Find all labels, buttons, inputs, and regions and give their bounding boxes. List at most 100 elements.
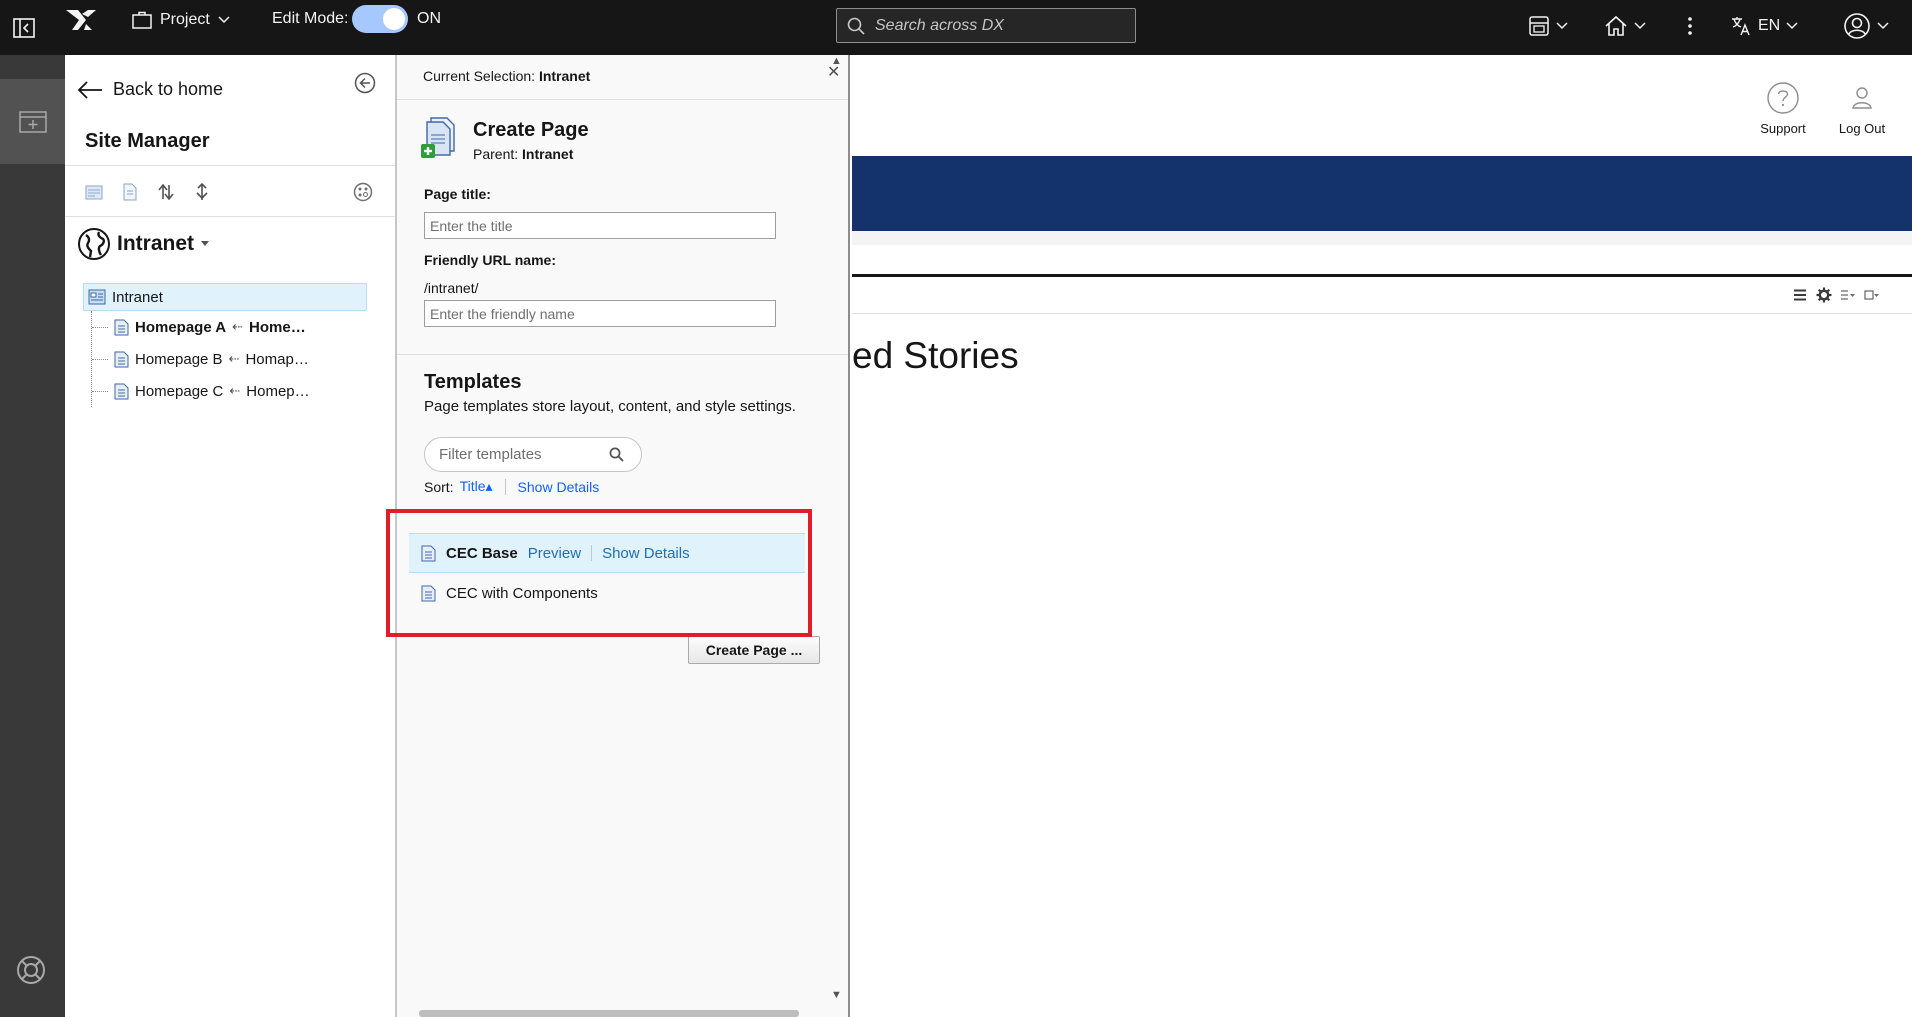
sort-value: Title — [459, 478, 486, 494]
separator — [504, 478, 506, 495]
page-title-label: Page title: — [424, 186, 491, 202]
add-page-icon — [18, 110, 47, 133]
list-menu-icon[interactable] — [1792, 287, 1808, 303]
section-divider — [852, 274, 1912, 277]
separator — [591, 545, 593, 561]
tree-node-label: Intranet — [112, 288, 163, 306]
chevron-down-icon — [1634, 22, 1646, 30]
tree-node-root[interactable]: Intranet — [83, 283, 367, 311]
current-selection-value: Intranet — [538, 68, 591, 84]
project-menu-button[interactable]: Project — [132, 0, 230, 40]
dx-logo[interactable] — [64, 0, 98, 40]
user-menu-button[interactable] — [1843, 12, 1889, 40]
tree-node-title: Homepage C — [135, 382, 224, 400]
create-page-icon — [421, 117, 457, 159]
support-button[interactable]: Support — [1738, 81, 1828, 136]
banner-separator — [852, 231, 1912, 245]
layout-options-icon[interactable] — [1840, 287, 1856, 303]
filter-templates-input[interactable] — [439, 446, 609, 463]
gear-icon[interactable] — [1816, 287, 1832, 303]
horizontal-scrollbar[interactable] — [419, 1010, 799, 1017]
templates-title: Templates — [424, 371, 522, 393]
copy-page-tool-icon[interactable] — [121, 183, 139, 201]
collapse-circle-arrow-icon — [353, 71, 377, 95]
template-icon — [421, 545, 436, 562]
move-page-tool-icon[interactable] — [157, 183, 175, 201]
chevron-down-icon — [1877, 22, 1889, 30]
sort-by-title-link[interactable]: Title▴ — [460, 478, 493, 495]
site-name: Intranet — [117, 232, 195, 255]
page-icon — [114, 319, 129, 336]
user-icon — [1845, 81, 1879, 115]
template-row-cec-with-components[interactable]: CEC with Components — [409, 573, 805, 613]
template-row-cec-base[interactable]: CEC Base Preview Show Details — [409, 533, 805, 573]
site-manager-title: Site Manager — [85, 130, 210, 152]
sidebar-toggle-button[interactable] — [0, 0, 48, 55]
back-to-home-link[interactable]: Back to home — [77, 79, 223, 100]
language-label: EN — [1758, 17, 1781, 34]
content-switcher-button[interactable] — [1528, 12, 1568, 40]
project-label: Project — [160, 11, 210, 28]
sort-bar: Sort: Title▴ Show Details — [424, 478, 599, 495]
top-navigation-bar: Project Edit Mode: ON Search across DX E… — [0, 0, 1912, 55]
alias-arrow-icon: ⇠ — [232, 319, 244, 334]
tree-node-homepage-b[interactable]: Homepage B ⇠ Homap… — [92, 343, 383, 375]
template-name: CEC with Components — [446, 584, 598, 602]
tree-node-homepage-c[interactable]: Homepage C ⇠ Homep… — [92, 375, 383, 407]
parent-value: Intranet — [522, 146, 574, 162]
tree-node-alias: Homep… — [246, 382, 310, 400]
overflow-menu-button[interactable] — [1680, 12, 1700, 40]
new-page-tool-icon[interactable] — [85, 183, 103, 201]
add-page-rail-button[interactable] — [0, 79, 65, 164]
divider — [397, 354, 848, 355]
home-menu-button[interactable] — [1604, 12, 1646, 40]
show-details-link[interactable]: Show Details — [518, 479, 600, 495]
tree-children: Homepage A ⇠ Home… Homepage B ⇠ Homap… H… — [91, 311, 383, 407]
collapse-panel-button[interactable] — [353, 71, 377, 95]
edit-mode-toggle[interactable] — [352, 5, 408, 33]
chevron-down-icon — [1556, 22, 1568, 30]
site-selector[interactable]: Intranet — [77, 227, 210, 261]
tree-node-title: Homepage B — [135, 350, 223, 368]
create-page-button[interactable]: Create Page ... — [688, 636, 820, 664]
template-icon — [421, 585, 436, 602]
translate-icon — [1730, 15, 1752, 37]
reorder-page-tool-icon[interactable] — [193, 183, 211, 201]
global-search[interactable] — [836, 8, 1136, 43]
section-subdivider — [852, 313, 1912, 314]
log-out-button[interactable]: Log Out — [1820, 81, 1904, 136]
friendly-url-input[interactable] — [424, 300, 776, 327]
scroll-down-arrow-icon[interactable]: ▼ — [831, 989, 842, 1001]
tree-node-homepage-a[interactable]: Homepage A ⇠ Home… — [92, 311, 383, 343]
site-settings-button[interactable] — [353, 182, 373, 202]
log-out-label: Log Out — [1838, 121, 1886, 136]
overflow-menu-icon — [1687, 16, 1693, 36]
site-manager-toolbar — [85, 183, 211, 201]
tree-node-alias: Home… — [249, 318, 306, 336]
divider — [65, 165, 395, 166]
parent-label: Parent: — [473, 146, 519, 162]
page-tree: Intranet Homepage A ⇠ Home… Homepage B ⇠… — [83, 283, 383, 407]
tree-node-alias: Homap… — [245, 350, 309, 368]
search-input[interactable] — [875, 16, 1115, 35]
arrow-left-icon — [77, 80, 103, 99]
help-rail-button[interactable] — [16, 955, 46, 985]
content-switcher-icon — [1528, 15, 1550, 37]
friendly-url-prefix: /intranet/ — [424, 280, 479, 296]
help-lifesaver-icon — [16, 955, 46, 985]
search-icon[interactable] — [609, 447, 624, 462]
language-menu-button[interactable]: EN — [1730, 12, 1798, 40]
user-avatar-icon — [1843, 12, 1871, 40]
current-selection: Current Selection: Intranet — [423, 68, 590, 84]
template-show-details-link[interactable]: Show Details — [602, 545, 690, 562]
close-icon[interactable]: ✕ — [827, 65, 843, 81]
portlet-window-icon[interactable] — [1864, 287, 1880, 303]
tree-node-title: Homepage A — [135, 318, 227, 336]
dx-logo-icon — [64, 8, 98, 32]
site-banner — [852, 156, 1912, 231]
alias-arrow-icon: ⇠ — [229, 383, 241, 398]
divider — [65, 216, 395, 217]
template-preview-link[interactable]: Preview — [528, 545, 581, 562]
page-title-input[interactable] — [424, 212, 776, 239]
filter-templates-field[interactable] — [424, 437, 642, 472]
